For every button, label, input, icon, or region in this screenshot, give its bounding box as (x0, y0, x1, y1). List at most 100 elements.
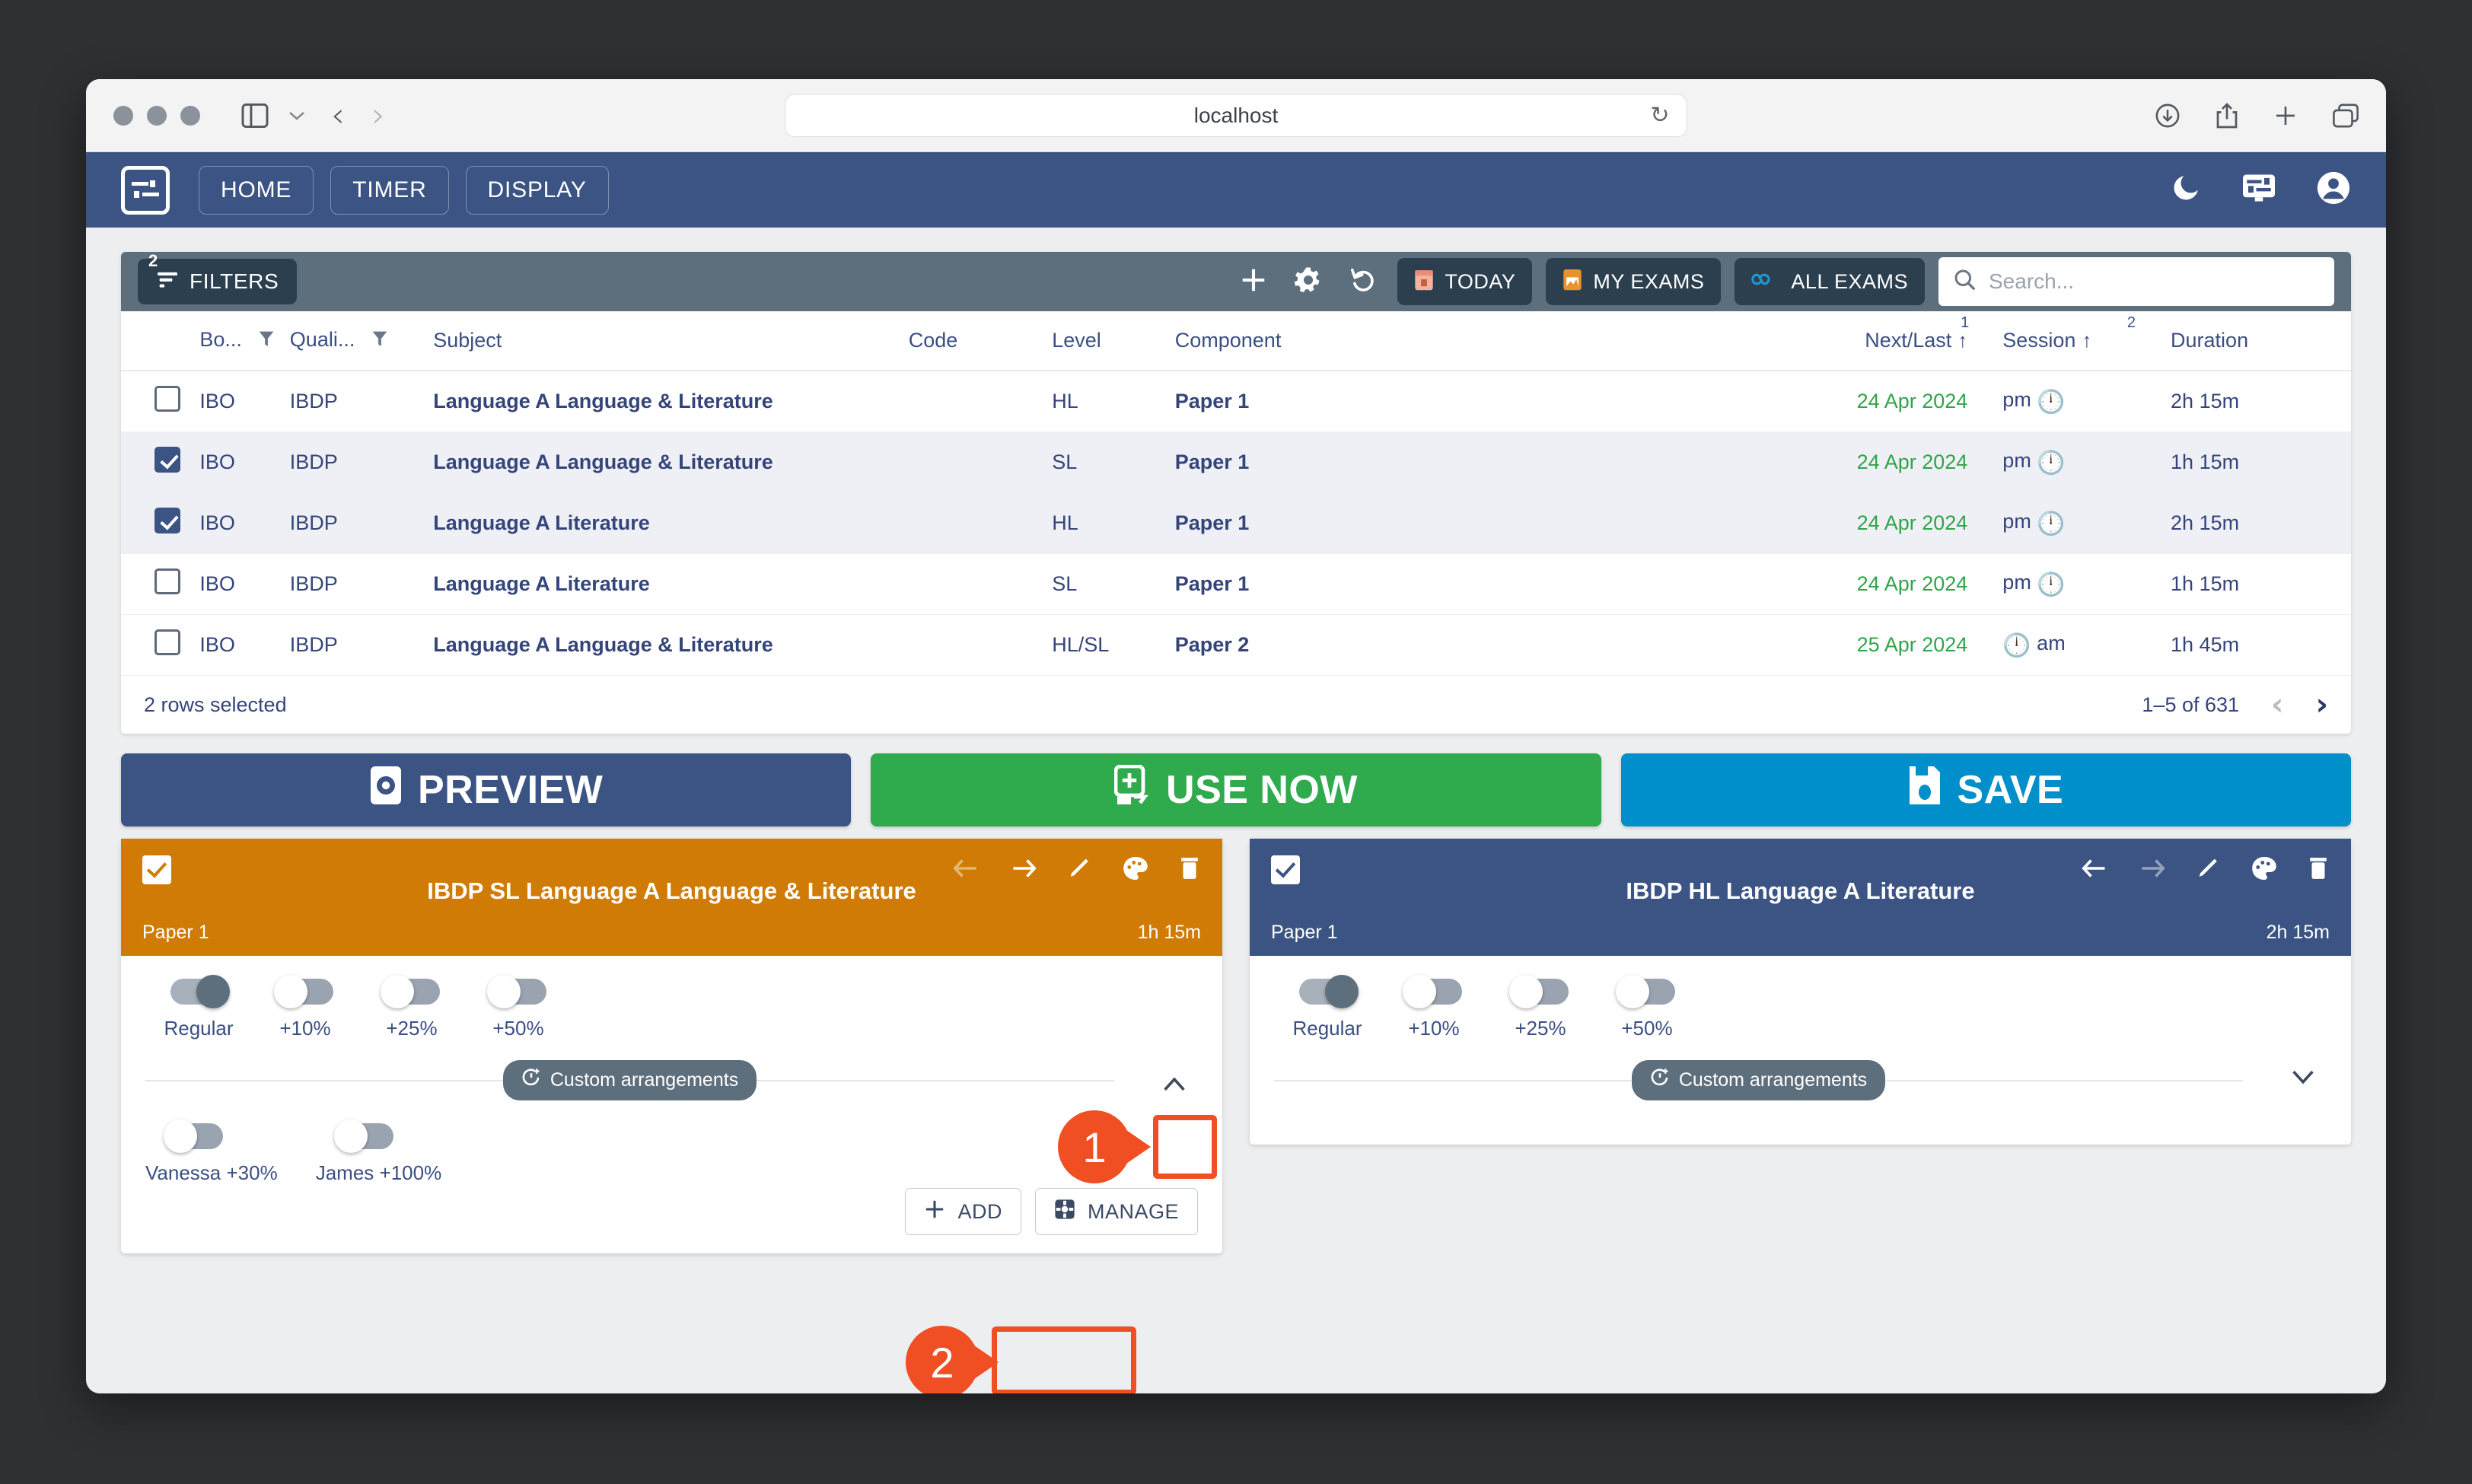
col-code[interactable]: Code (908, 311, 1053, 371)
row-checkbox[interactable] (154, 568, 180, 594)
qualification-filter-icon[interactable] (371, 330, 388, 353)
back-chevron-icon[interactable]: ‹ (331, 98, 345, 132)
reload-icon[interactable]: ↻ (1650, 102, 1669, 129)
use-now-icon (1113, 764, 1151, 816)
row-checkbox[interactable] (154, 386, 180, 412)
toggle-switch[interactable] (381, 975, 440, 1008)
toggle-regular[interactable]: Regular (1274, 975, 1381, 1040)
row-checkbox-cell[interactable] (121, 371, 200, 432)
forward-chevron-icon[interactable]: › (372, 98, 386, 132)
new-tab-icon[interactable] (2273, 103, 2298, 128)
palette-icon[interactable] (1122, 855, 1149, 885)
search-box[interactable] (1938, 257, 2334, 306)
table-row[interactable]: IBO IBDP Language A Language & Literatur… (121, 371, 2351, 432)
maximize-window-button[interactable] (180, 105, 200, 126)
row-checkbox[interactable] (154, 629, 180, 655)
reset-icon[interactable] (1343, 266, 1384, 298)
row-checkbox-cell[interactable] (121, 553, 200, 615)
toggle-switch[interactable] (274, 975, 333, 1008)
toggle-switch[interactable] (487, 975, 546, 1008)
col-subject[interactable]: Subject (433, 311, 909, 371)
address-bar[interactable]: localhost ↻ (785, 94, 1687, 137)
card-select-checkbox[interactable] (1271, 855, 1300, 884)
sidebar-toggle-icon[interactable] (241, 103, 269, 128)
window-controls[interactable] (113, 105, 200, 126)
table-row[interactable]: IBO IBDP Language A Literature HL Paper … (121, 492, 2351, 554)
col-board[interactable]: Bo... (199, 311, 290, 371)
save-button[interactable]: SAVE (1620, 753, 2351, 826)
toggle-switch[interactable] (1616, 975, 1675, 1008)
all-exams-button[interactable]: ALL EXAMS (1735, 258, 1925, 305)
toggle-vanessa[interactable]: Vanessa +30% (145, 1119, 278, 1185)
tab-overview-icon[interactable] (2333, 103, 2359, 128)
toggle-james[interactable]: James +100% (316, 1119, 441, 1185)
row-checkbox[interactable] (154, 447, 180, 473)
col-qualification[interactable]: Quali... (289, 311, 434, 371)
filters-button[interactable]: 2 FILTERS (138, 252, 298, 304)
table-row[interactable]: IBO IBDP Language A Literature SL Paper … (121, 553, 2351, 615)
col-level[interactable]: Level (1052, 311, 1175, 371)
next-page-icon[interactable]: › (2316, 687, 2328, 722)
toggle-plus-10[interactable]: +10% (1381, 975, 1487, 1040)
search-input[interactable] (1989, 269, 2319, 294)
table-row[interactable]: IBO IBDP Language A Language & Literatur… (121, 432, 2351, 493)
prev-page-icon[interactable]: ‹ (2271, 687, 2283, 722)
toggle-plus-50[interactable]: +50% (1594, 975, 1700, 1040)
col-component[interactable]: Component (1174, 311, 1798, 371)
manage-arrangements-button[interactable]: MANAGE (1034, 1188, 1198, 1235)
table-row[interactable]: IBO IBDP Language A Language & Literatur… (121, 614, 2351, 676)
toggle-switch[interactable] (170, 975, 230, 1008)
row-checkbox[interactable] (154, 508, 180, 533)
use-now-button[interactable]: USE NOW (871, 753, 1601, 826)
toggle-switch[interactable] (1403, 975, 1462, 1008)
toggle-plus-25[interactable]: +25% (358, 975, 465, 1040)
downloads-icon[interactable] (2155, 103, 2181, 129)
today-button[interactable]: TODAY (1397, 258, 1533, 305)
toggle-regular[interactable]: Regular (145, 975, 252, 1040)
cell-level: HL (1052, 371, 1175, 432)
app-logo-icon[interactable] (121, 165, 170, 215)
display-settings-icon[interactable] (2241, 172, 2276, 208)
toggle-plus-25[interactable]: +25% (1487, 975, 1594, 1040)
delete-trash-icon[interactable] (1178, 855, 1201, 885)
preview-button[interactable]: PREVIEW (121, 753, 852, 826)
account-icon[interactable] (2316, 170, 2351, 209)
move-left-icon[interactable] (951, 857, 980, 884)
collapse-toggle-button[interactable] (2279, 1053, 2327, 1100)
col-duration[interactable]: Duration (2171, 311, 2351, 371)
palette-icon[interactable] (2251, 855, 2278, 885)
toggle-plus-50[interactable]: +50% (465, 975, 572, 1040)
row-checkbox-cell[interactable] (121, 432, 200, 493)
dark-mode-icon[interactable] (2170, 172, 2202, 208)
gear-icon[interactable] (1288, 266, 1329, 298)
row-checkbox-cell[interactable] (121, 492, 200, 554)
edit-pencil-icon[interactable] (1067, 855, 1093, 885)
toggle-plus-10[interactable]: +10% (252, 975, 358, 1040)
nav-display[interactable]: DISPLAY (465, 165, 609, 215)
share-icon[interactable] (2216, 102, 2238, 129)
board-filter-icon[interactable] (258, 330, 275, 353)
preview-label: PREVIEW (418, 768, 604, 812)
plus-icon[interactable] (1233, 266, 1274, 298)
add-arrangement-button[interactable]: ADD (905, 1188, 1021, 1235)
sidebar-dropdown-icon[interactable] (288, 110, 305, 121)
edit-pencil-icon[interactable] (2196, 855, 2222, 885)
move-right-icon[interactable] (2138, 857, 2167, 884)
toggle-switch[interactable] (1509, 975, 1569, 1008)
col-session[interactable]: Session ↑ 2 (2002, 311, 2171, 371)
move-left-icon[interactable] (2080, 857, 2109, 884)
col-next-last[interactable]: Next/Last ↑ 1 (1798, 311, 2003, 371)
card-select-checkbox[interactable] (142, 855, 171, 884)
move-right-icon[interactable] (1009, 857, 1038, 884)
toggle-switch[interactable] (164, 1119, 223, 1153)
collapse-toggle-button[interactable] (1151, 1061, 1198, 1108)
toggle-switch[interactable] (1299, 975, 1359, 1008)
toggle-switch[interactable] (333, 1119, 393, 1153)
row-checkbox-cell[interactable] (121, 614, 200, 676)
minimize-window-button[interactable] (147, 105, 167, 126)
delete-trash-icon[interactable] (2307, 855, 2330, 885)
my-exams-button[interactable]: MY EXAMS (1546, 258, 1722, 305)
nav-timer[interactable]: TIMER (330, 165, 449, 215)
close-window-button[interactable] (113, 105, 133, 126)
nav-home[interactable]: HOME (199, 165, 314, 215)
